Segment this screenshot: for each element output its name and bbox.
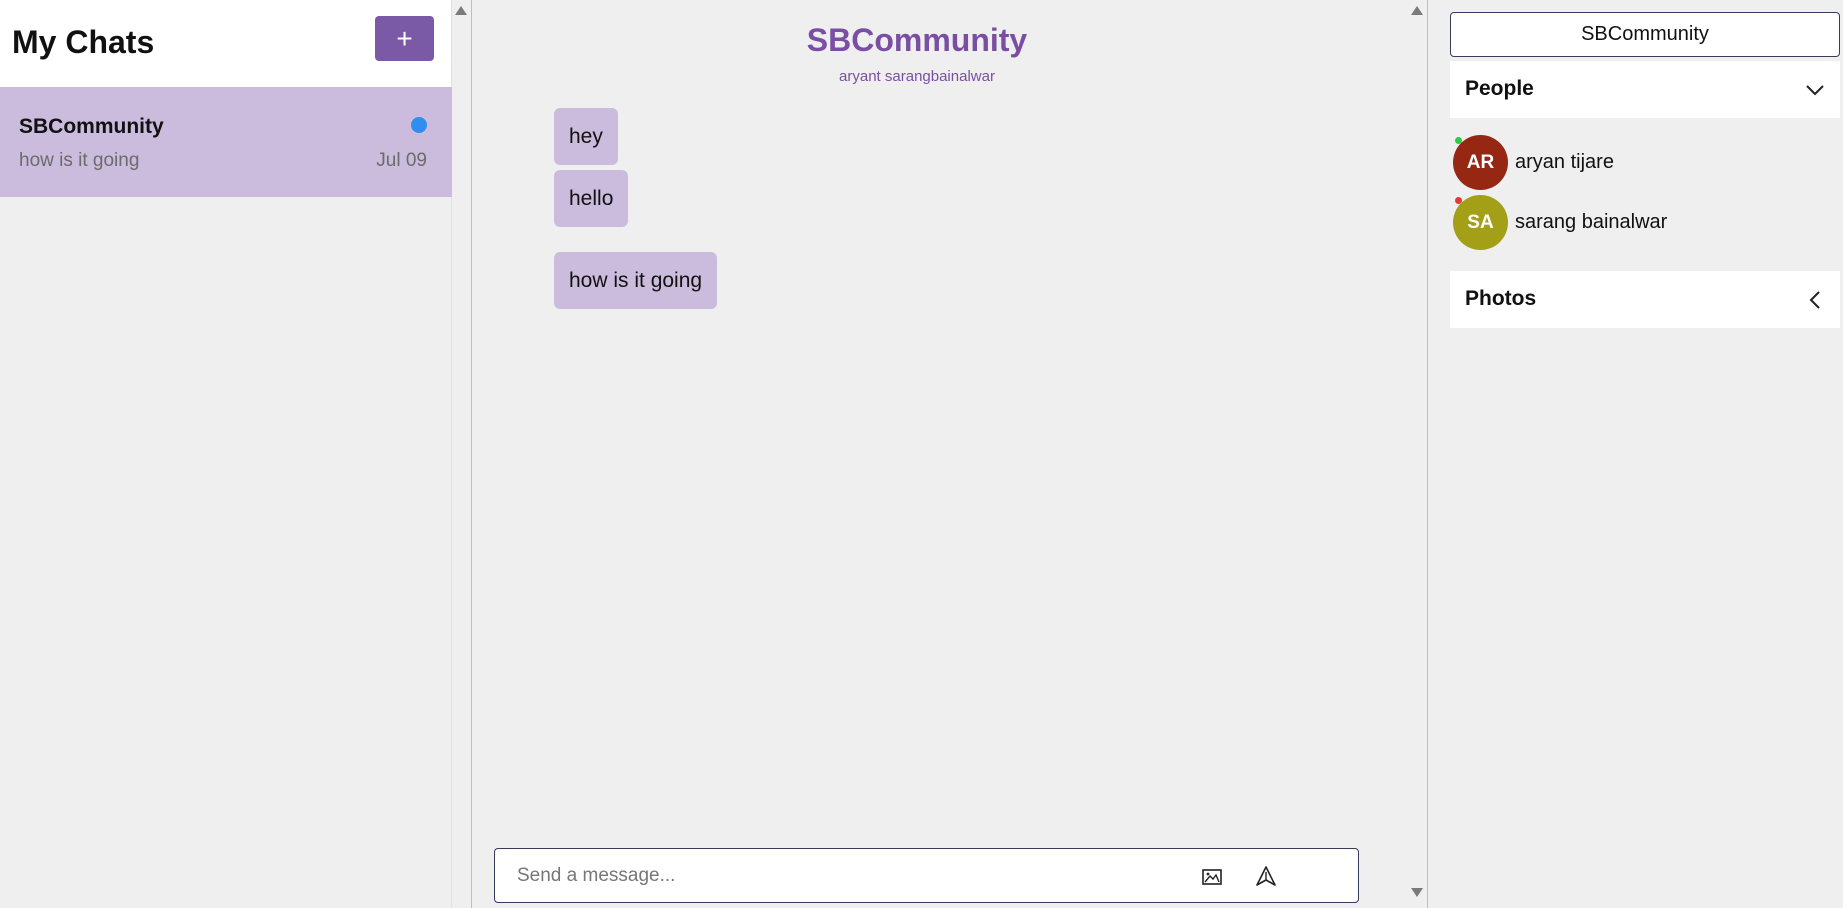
sidebar-scroll-up-arrow[interactable] <box>455 6 467 15</box>
conversation-scroll-down-arrow[interactable] <box>1411 888 1423 897</box>
chat-list-item[interactable]: SBCommunity how is it going Jul 09 <box>0 87 452 197</box>
person-item[interactable]: SA sarang bainalwar <box>1453 195 1833 251</box>
chat-preview: how is it going <box>19 150 140 171</box>
details-panel: SBCommunity People AR aryan tijare SA sa… <box>1428 0 1843 908</box>
chats-sidebar: My Chats + SBCommunity how is it going J… <box>0 0 452 908</box>
status-indicator <box>1455 137 1462 144</box>
person-item[interactable]: AR aryan tijare <box>1453 135 1833 191</box>
unread-indicator <box>411 117 427 133</box>
chats-header: My Chats + <box>0 0 451 87</box>
avatar: AR <box>1453 135 1508 190</box>
conversation-title: SBCommunity <box>806 22 1028 58</box>
conversation-scroll-up-arrow[interactable] <box>1411 6 1423 15</box>
chats-title: My Chats <box>12 24 155 60</box>
avatar: SA <box>1453 195 1508 250</box>
conversation-members: aryant sarangbainalwar <box>839 68 995 85</box>
person-name: sarang bainalwar <box>1515 211 1668 233</box>
photos-section-header[interactable]: Photos <box>1450 271 1840 328</box>
message-composer <box>494 848 1359 903</box>
avatar-initials: AR <box>1466 152 1495 173</box>
message-bubble: hello <box>554 170 629 227</box>
chat-date: Jul 09 <box>376 150 427 171</box>
message-bubble: how is it going <box>554 252 718 309</box>
avatar-initials: SA <box>1467 212 1494 233</box>
image-icon[interactable] <box>1199 865 1225 889</box>
send-icon[interactable] <box>1253 863 1279 889</box>
new-chat-button[interactable]: + <box>375 16 434 61</box>
chevron-down-icon <box>1806 85 1824 96</box>
conversation-pane: SBCommunity aryant sarangbainalwar hey h… <box>472 0 1409 908</box>
people-section-header[interactable]: People <box>1450 61 1840 118</box>
message-input[interactable] <box>517 861 1167 891</box>
chat-name: SBCommunity <box>19 115 164 138</box>
room-name-button[interactable]: SBCommunity <box>1450 12 1840 57</box>
people-section-label: People <box>1465 77 1534 100</box>
person-name: aryan tijare <box>1515 151 1614 173</box>
chevron-left-icon <box>1809 291 1820 309</box>
status-indicator <box>1455 197 1462 204</box>
message-bubble: hey <box>554 108 618 165</box>
photos-section-label: Photos <box>1465 287 1537 310</box>
